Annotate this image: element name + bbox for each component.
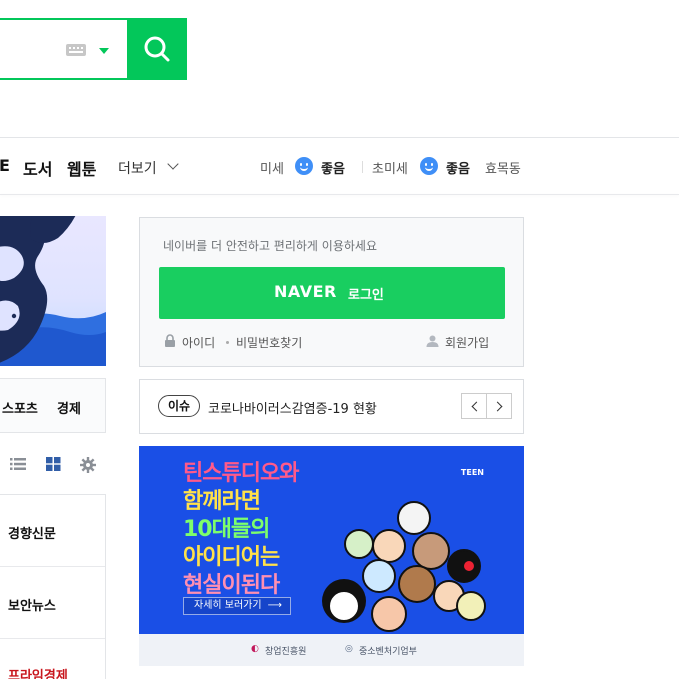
- gear-icon[interactable]: [80, 457, 96, 473]
- issue-badge: 이슈: [158, 395, 201, 417]
- ad-headline-line: 아이디어는: [183, 545, 280, 570]
- list-view-icon[interactable]: [10, 457, 26, 471]
- news-category-tabs: 스포츠 경제: [0, 378, 106, 433]
- ad-headline-line: 틴스튜디오와: [183, 461, 299, 486]
- ad-brand-logo: TEEN: [460, 468, 484, 477]
- tab-economy[interactable]: 경제: [57, 398, 81, 417]
- left-banner[interactable]: [0, 216, 106, 366]
- sponsor-name: 중소벤처기업부: [359, 647, 417, 657]
- ultra-fine-dust-label: 초미세: [372, 162, 408, 177]
- ad-headline-line: 함께라면: [183, 489, 261, 514]
- sponsor-name: 창업진흥원: [265, 647, 307, 657]
- arrow-right-icon: ⟶: [267, 600, 282, 611]
- nav-divider: [0, 194, 679, 195]
- list-item[interactable]: 프라임경제: [0, 639, 105, 679]
- login-panel: 네이버를 더 안전하고 편리하게 이용하세요 NAVER 로그인 아이디 비밀번…: [139, 217, 524, 367]
- search-icon: [144, 36, 170, 62]
- issue-link[interactable]: 코로나바이러스감염증-19 현황: [208, 398, 377, 417]
- banner-illustration: [0, 216, 106, 366]
- search-button[interactable]: [127, 18, 187, 80]
- nav-item-books[interactable]: 도서: [23, 156, 52, 180]
- header-divider: [0, 137, 679, 138]
- lock-icon: [165, 334, 175, 347]
- ad-illustration: [322, 501, 486, 632]
- weather-location[interactable]: 효목동: [485, 158, 521, 177]
- nav-more-button[interactable]: 더보기: [118, 158, 157, 178]
- chevron-right-icon: [492, 401, 503, 412]
- list-item[interactable]: 경향신문: [0, 495, 105, 567]
- fine-dust-status: 좋음: [321, 162, 345, 177]
- weather-divider: [362, 161, 363, 173]
- press-list: 경향신문 보안뉴스 프라임경제: [0, 494, 106, 679]
- issue-bar: 이슈 코로나바이러스감염증-19 현황: [139, 379, 524, 434]
- chevron-down-icon[interactable]: [167, 158, 179, 170]
- press-name: 보안뉴스: [8, 599, 56, 614]
- press-name: 경향신문: [8, 527, 56, 542]
- search-input[interactable]: [0, 18, 128, 80]
- caret-down-icon[interactable]: [99, 48, 109, 54]
- ad-cta-label: 자세히 보러가기: [194, 600, 262, 611]
- ad-headline: 틴스튜디오와 함께라면 10대들의 아이디어는 현실이된다: [183, 460, 299, 600]
- login-button-label: 로그인: [348, 288, 384, 303]
- find-password-link[interactable]: 비밀번호찾기: [236, 334, 302, 351]
- grid-view-icon[interactable]: [46, 457, 61, 471]
- keyboard-icon[interactable]: [66, 44, 86, 56]
- separator-dot: [226, 341, 229, 344]
- tab-sports[interactable]: 스포츠: [2, 398, 38, 417]
- login-description: 네이버를 더 안전하고 편리하게 이용하세요: [163, 239, 377, 253]
- ultra-fine-dust-status: 좋음: [446, 162, 470, 177]
- chevron-left-icon: [471, 401, 482, 412]
- fine-dust-label: 미세: [260, 162, 284, 177]
- smile-face-icon: [420, 157, 438, 175]
- prev-button[interactable]: [461, 393, 487, 419]
- list-item[interactable]: 보안뉴스: [0, 567, 105, 639]
- circle-logo-icon: ◎: [345, 644, 353, 654]
- circle-logo-icon: ◐: [251, 644, 259, 654]
- nav-item-shopping[interactable]: E: [0, 156, 10, 175]
- smile-face-icon: [295, 157, 313, 175]
- signup-link[interactable]: 회원가입: [445, 334, 489, 351]
- ad-headline-line: 10대들의: [183, 517, 270, 542]
- user-icon: [426, 335, 439, 347]
- ad-sponsor-bar: ◐ 창업진흥원 ◎ 중소벤처기업부: [139, 634, 524, 666]
- press-name: 프라임경제: [8, 669, 68, 679]
- login-button[interactable]: NAVER 로그인: [159, 267, 505, 319]
- ad-cta-button[interactable]: 자세히 보러가기 ⟶: [183, 597, 291, 615]
- find-id-link[interactable]: 아이디: [182, 334, 215, 351]
- ad-headline-line: 현실이된다: [183, 573, 280, 598]
- naver-logo: NAVER: [274, 282, 337, 301]
- ad-banner[interactable]: 틴스튜디오와 함께라면 10대들의 아이디어는 현실이된다 TEEN 자세히 보…: [139, 446, 524, 666]
- next-button[interactable]: [486, 393, 512, 419]
- nav-item-webtoon[interactable]: 웹툰: [67, 156, 96, 180]
